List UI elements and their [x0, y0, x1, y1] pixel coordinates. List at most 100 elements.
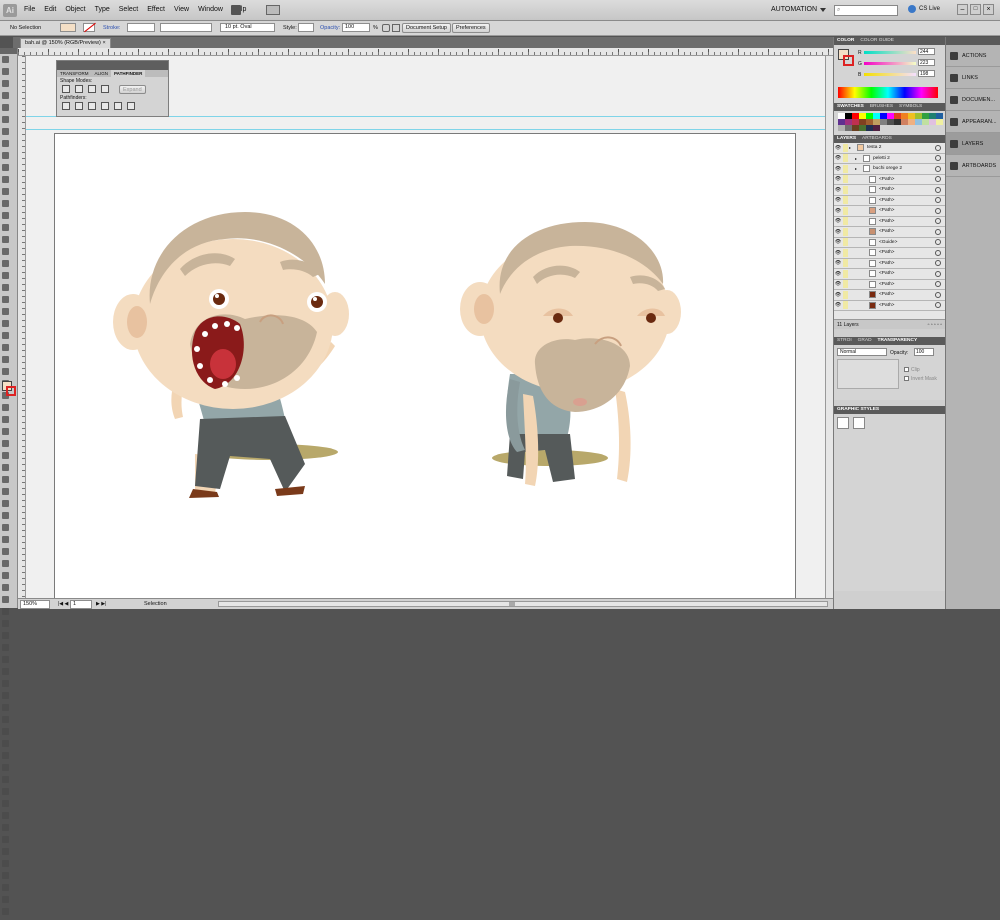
target-circle-icon[interactable] — [935, 155, 941, 162]
menu-select[interactable]: Select — [119, 6, 138, 13]
lock-toggle[interactable] — [843, 248, 848, 257]
color-swatch[interactable] — [929, 119, 936, 125]
live-paint-selection-tool-icon[interactable] — [2, 332, 9, 339]
exclude-icon[interactable] — [101, 85, 109, 93]
color-swatch[interactable] — [873, 125, 880, 131]
measure-tool-icon[interactable] — [2, 752, 9, 759]
layer-row[interactable]: 👁 <Path> — [834, 248, 945, 259]
outline-icon[interactable] — [114, 102, 122, 110]
tab-graphic-styles[interactable]: GRAPHIC STYLES — [837, 406, 879, 414]
target-circle-icon[interactable] — [935, 186, 941, 193]
layer-name[interactable]: <Path> — [879, 187, 935, 192]
minus-back-icon[interactable] — [127, 102, 135, 110]
color-swatch[interactable] — [908, 119, 915, 125]
close-tab-icon[interactable]: × — [102, 40, 105, 46]
target-circle-icon[interactable] — [935, 239, 941, 246]
search-input[interactable]: ⌕ — [834, 5, 898, 16]
stacked-tool-icon[interactable] — [2, 584, 9, 591]
invert-mask-checkbox[interactable] — [904, 376, 909, 381]
pencil-tool-icon[interactable] — [2, 164, 9, 171]
hand-tool-icon[interactable] — [2, 368, 9, 375]
layer-row[interactable]: 👁 ▸ peletti 2 — [834, 153, 945, 164]
target-circle-icon[interactable] — [935, 291, 941, 298]
visibility-eye-icon[interactable]: 👁 — [834, 250, 842, 256]
line-segment-tool-icon[interactable] — [2, 128, 9, 135]
layer-row[interactable]: 👁 <Path> — [834, 206, 945, 217]
rectangle-tool-icon[interactable] — [2, 140, 9, 147]
visibility-eye-icon[interactable]: 👁 — [834, 145, 842, 151]
blue-slider[interactable] — [864, 73, 916, 76]
stroke-weight-field[interactable] — [127, 23, 155, 32]
minimize-button[interactable]: – — [957, 4, 968, 15]
spiral-tool-icon[interactable] — [2, 716, 9, 723]
maximize-button[interactable]: □ — [970, 4, 981, 15]
visibility-eye-icon[interactable]: 👁 — [834, 302, 842, 308]
dock-actions[interactable]: ACTIONS — [946, 45, 1000, 67]
slice-tool-icon[interactable] — [2, 356, 9, 363]
red-value-field[interactable]: 244 — [918, 48, 935, 55]
menu-effect[interactable]: Effect — [147, 6, 165, 13]
lasso-tool-icon[interactable] — [2, 92, 9, 99]
opacity-field-panel[interactable]: 100 — [914, 348, 934, 356]
layer-name[interactable]: <Path> — [879, 229, 935, 234]
layer-name[interactable]: <Path> — [879, 303, 935, 308]
color-swatch[interactable] — [838, 125, 845, 131]
polygon-tool-icon[interactable] — [2, 680, 9, 687]
layer-row[interactable]: 👁 <Path> — [834, 300, 945, 311]
tab-align[interactable]: ALIGN — [92, 70, 112, 77]
magic-tool-icon[interactable] — [2, 776, 9, 783]
intersect-icon[interactable] — [88, 85, 96, 93]
color-tool-icon[interactable] — [2, 884, 9, 891]
color-swatch[interactable] — [859, 125, 866, 131]
menu-type[interactable]: Type — [95, 6, 110, 13]
paintbrush-tool-icon[interactable] — [2, 152, 9, 159]
blend-mode-select[interactable]: Normal — [837, 348, 887, 356]
expand-button[interactable]: Expand — [119, 85, 146, 94]
target-circle-icon[interactable] — [935, 144, 941, 151]
menu-file[interactable]: File — [24, 6, 35, 13]
direct-selection-tool-icon[interactable] — [2, 68, 9, 75]
preferences-button[interactable]: Preferences — [452, 23, 490, 33]
visibility-eye-icon[interactable]: 👁 — [834, 218, 842, 224]
column-tool-icon[interactable] — [2, 560, 9, 567]
layer-name[interactable]: <Path> — [879, 208, 935, 213]
layer-name[interactable]: <Guide> — [879, 240, 935, 245]
target-circle-icon[interactable] — [935, 197, 941, 204]
lock-toggle[interactable] — [843, 290, 848, 299]
tab-artboards[interactable]: ARTBOARDS — [862, 135, 892, 143]
lock-toggle[interactable] — [843, 269, 848, 278]
target-circle-icon[interactable] — [935, 176, 941, 183]
dock-layers[interactable]: LAYERS — [946, 133, 1000, 155]
layer-row[interactable]: 👁 <Path> — [834, 216, 945, 227]
visibility-eye-icon[interactable]: 👁 — [834, 155, 842, 161]
expand-triangle-icon[interactable]: ▸ — [855, 156, 860, 161]
current-tool-status[interactable]: Selection — [144, 601, 167, 607]
width-tool-icon[interactable] — [2, 416, 9, 423]
tab-stroke[interactable]: STROI — [837, 337, 852, 345]
opacity-field[interactable]: 100 — [342, 23, 370, 32]
target-circle-icon[interactable] — [935, 228, 941, 235]
layer-name[interactable]: <Path> — [879, 177, 935, 182]
scale-tool-icon[interactable] — [2, 212, 9, 219]
lock-toggle[interactable] — [843, 259, 848, 268]
align-icon[interactable] — [392, 24, 400, 32]
symbol-scruncher-tool-icon[interactable] — [2, 812, 9, 819]
clip-checkbox[interactable] — [904, 367, 909, 372]
reflect-tool-icon[interactable] — [2, 452, 9, 459]
draw-normal-tool-icon[interactable] — [2, 908, 9, 915]
visibility-eye-icon[interactable]: 👁 — [834, 271, 842, 277]
tab-transform[interactable]: TRANSFORM — [57, 70, 92, 77]
lock-toggle[interactable] — [843, 196, 848, 205]
reshape-tool-icon[interactable] — [2, 476, 9, 483]
first-artboard-button[interactable]: |◀ ◀ — [58, 601, 68, 607]
trim-icon[interactable] — [75, 102, 83, 110]
document-setup-button[interactable]: Document Setup — [402, 23, 451, 33]
scallop-tool-icon[interactable] — [2, 512, 9, 519]
lock-toggle[interactable] — [843, 143, 848, 152]
workspace-switcher[interactable]: AUTOMATION — [771, 6, 817, 13]
color-swatch[interactable] — [922, 119, 929, 125]
target-circle-icon[interactable] — [935, 207, 941, 214]
target-circle-icon[interactable] — [935, 302, 941, 309]
type-tool-icon[interactable] — [2, 116, 9, 123]
character-tired[interactable] — [460, 222, 681, 486]
